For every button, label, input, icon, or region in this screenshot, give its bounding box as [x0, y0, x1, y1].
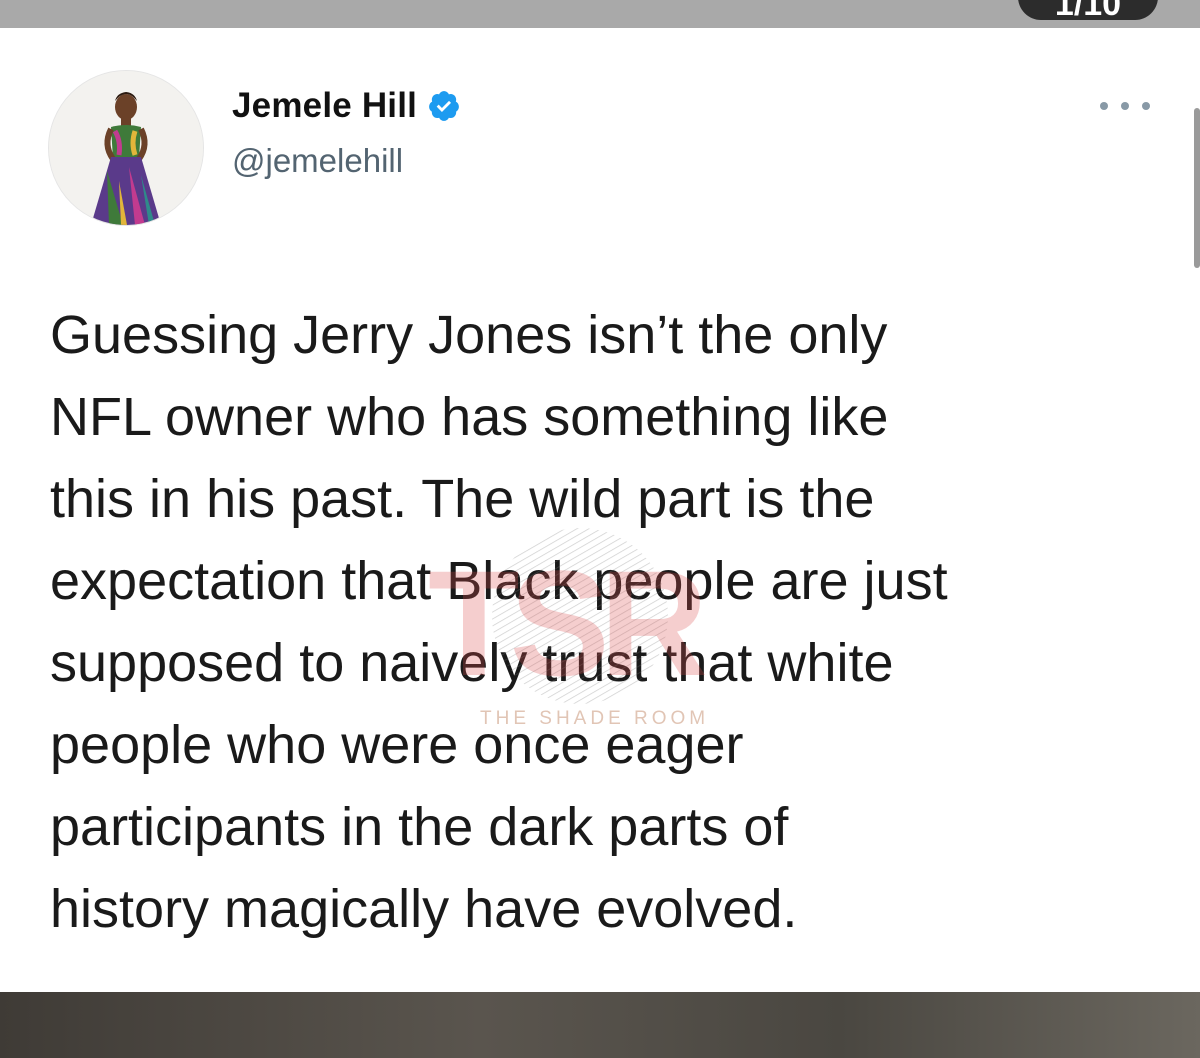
more-options-icon[interactable]	[1100, 96, 1150, 116]
tweet-text: Guessing Jerry Jones isn’t the only NFL …	[50, 294, 1160, 950]
scrollbar[interactable]	[1194, 108, 1200, 268]
verified-badge-icon	[429, 91, 459, 121]
avatar-image	[49, 71, 203, 225]
more-dot	[1100, 102, 1108, 110]
tweet-card: Jemele Hill @jemelehill Guessing Jerry J…	[0, 28, 1200, 992]
page-indicator: 1/10	[1018, 0, 1158, 20]
top-bar: 1/10	[0, 0, 1200, 28]
more-dot	[1142, 102, 1150, 110]
tweet-line: history magically have evolved.	[50, 879, 798, 939]
tweet-line: Guessing Jerry Jones isn’t the only	[50, 305, 888, 365]
tweet-line: this in his past. The wild part is the	[50, 469, 875, 529]
more-dot	[1121, 102, 1129, 110]
user-handle[interactable]: @jemelehill	[232, 142, 403, 180]
tweet-line: participants in the dark parts of	[50, 797, 789, 857]
tweet-line: supposed to naively trust that white	[50, 633, 894, 693]
tweet-line: people who were once eager	[50, 715, 744, 775]
author-name-row: Jemele Hill	[232, 86, 461, 126]
tweet-line: NFL owner who has something like	[50, 387, 889, 447]
tweet-line: expectation that Black people are just	[50, 551, 948, 611]
avatar[interactable]	[48, 70, 204, 226]
display-name[interactable]: Jemele Hill	[232, 86, 417, 126]
next-content-preview	[0, 992, 1200, 1058]
